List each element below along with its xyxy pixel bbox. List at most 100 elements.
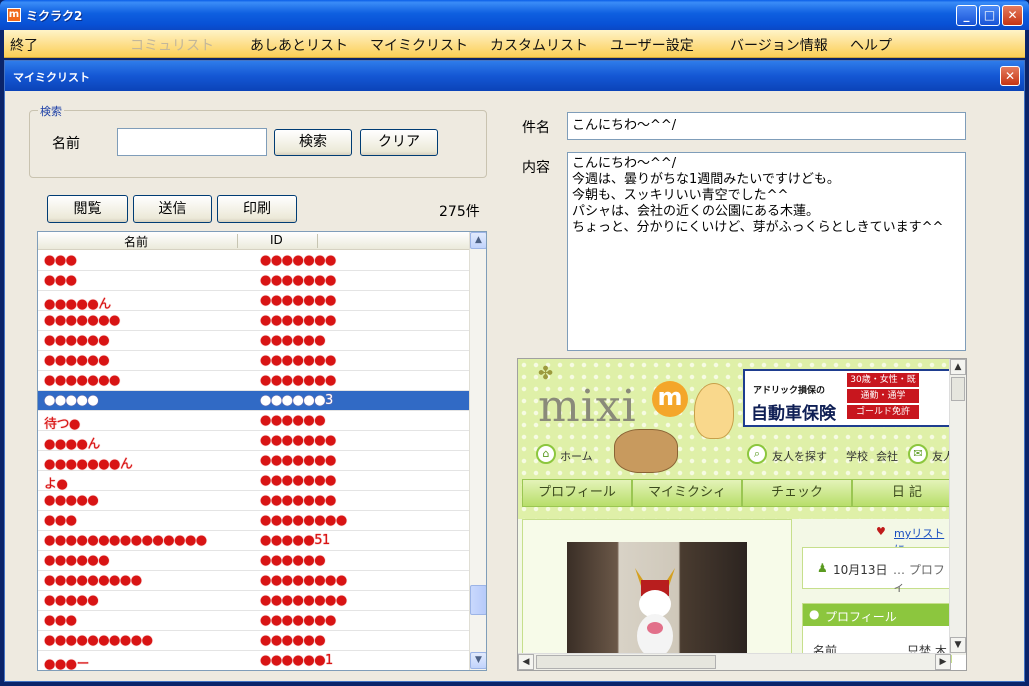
- scroll-right-icon[interactable]: ▶: [935, 654, 951, 670]
- ad-brand: アドリック損保の: [753, 386, 826, 396]
- table-row[interactable]: ●●● ●●●●●●●: [38, 611, 469, 631]
- table-row[interactable]: ●●●●● ●●●●●●3: [38, 391, 469, 411]
- row-id: ●●●●●●●: [260, 613, 336, 628]
- row-name: ●●●●●●: [44, 333, 110, 348]
- update-more[interactable]: … プロフィ: [893, 561, 951, 595]
- list-header: 名前 ID: [38, 232, 469, 250]
- table-row[interactable]: ●●●●●●●●●●●●●: [38, 591, 469, 611]
- menu-custom-list[interactable]: カスタムリスト: [490, 35, 588, 55]
- scroll-thumb[interactable]: [951, 377, 965, 401]
- scroll-up-icon[interactable]: ▲: [470, 232, 486, 249]
- menu-mymixi-list[interactable]: マイミクリスト: [370, 35, 468, 55]
- profile-photo-frame: [522, 519, 792, 656]
- app-icon[interactable]: m: [7, 8, 21, 22]
- nav-company[interactable]: 会社: [876, 448, 898, 464]
- row-id: ●●●●●●●: [260, 293, 336, 308]
- body-field[interactable]: こんにちわ〜^^/ 今週は、曇りがちな1週間みたいですけども。 今朝も、スッキリ…: [567, 152, 966, 351]
- list-scrollbar[interactable]: ▲ ▼: [469, 232, 486, 670]
- tab-mymixi[interactable]: マイミクシィ: [632, 479, 742, 507]
- tab-check[interactable]: チェック: [742, 479, 852, 507]
- print-button[interactable]: 印刷: [217, 195, 297, 223]
- table-row[interactable]: ●●●ー ●●●●●●1: [38, 651, 469, 671]
- web-horizontal-scrollbar[interactable]: ◀ ▶: [518, 653, 951, 670]
- table-row[interactable]: ●●●●●●●ん ●●●●●●●: [38, 451, 469, 472]
- column-divider[interactable]: [237, 234, 238, 248]
- row-name: ●●●●●●●: [44, 373, 120, 388]
- mascot-photo-icon: [635, 568, 675, 656]
- table-row[interactable]: ●●●●●●●●●●●●: [38, 551, 469, 571]
- row-id: ●●●●●●●: [260, 433, 336, 448]
- menu-help[interactable]: ヘルプ: [850, 35, 892, 55]
- tab-diary[interactable]: 日 記: [852, 479, 962, 507]
- row-name: ●●●: [44, 613, 77, 628]
- table-row[interactable]: ●●●●●●● ●●●●●●●: [38, 311, 469, 331]
- send-button[interactable]: 送信: [133, 195, 212, 223]
- table-row[interactable]: ●●● ●●●●●●●●: [38, 511, 469, 531]
- menu-bar: 終了 コミュリスト あしあとリスト マイミクリスト カスタムリスト ユーザー設定…: [4, 30, 1025, 58]
- mail-icon[interactable]: ✉: [908, 444, 928, 464]
- nav-home[interactable]: ホーム: [560, 448, 593, 464]
- web-vertical-scrollbar[interactable]: ▲ ▼: [949, 359, 966, 655]
- name-search-input[interactable]: [117, 128, 267, 156]
- row-name: ●●●●●: [44, 493, 99, 508]
- table-row[interactable]: ●●●●●●●●●●●●●: [38, 351, 469, 371]
- home-icon[interactable]: ⌂: [536, 444, 556, 464]
- column-name[interactable]: 名前: [124, 233, 148, 250]
- table-row[interactable]: ●●●●●●●●●● ●●●●●●: [38, 631, 469, 651]
- clear-button[interactable]: クリア: [360, 129, 438, 156]
- row-name: ●●●●●●●: [44, 313, 120, 328]
- search-button[interactable]: 検索: [274, 129, 352, 156]
- nav-school[interactable]: 学校: [846, 448, 868, 464]
- friend-list[interactable]: 名前 ID ●●● ●●●●●●● ●●● ●●●●●●● ●●●●●ん ●●●●●●● ●…: [37, 231, 487, 671]
- menu-version-info[interactable]: バージョン情報: [730, 35, 828, 55]
- update-date: 10月13日: [833, 563, 888, 577]
- table-row[interactable]: 待つ● ●●●●●●: [38, 411, 469, 432]
- minimize-button[interactable]: _: [956, 5, 977, 26]
- search-group: 検索 名前 検索 クリア: [29, 103, 487, 178]
- view-button[interactable]: 閲覧: [47, 195, 128, 223]
- mixi-logo-badge: m: [652, 381, 688, 417]
- table-row[interactable]: ●●●●ん ●●●●●●●: [38, 431, 469, 452]
- scroll-thumb[interactable]: [536, 655, 716, 669]
- profile-photo[interactable]: [567, 542, 747, 656]
- maximize-button[interactable]: □: [979, 5, 1000, 26]
- scroll-down-icon[interactable]: ▼: [470, 652, 486, 669]
- table-row[interactable]: ●●●●●●●●●●●●●●● ●●●●●51: [38, 531, 469, 551]
- search-friends-icon[interactable]: ⌕: [747, 444, 767, 464]
- ad-tag: ゴールド免許: [847, 405, 919, 419]
- insurance-ad-banner[interactable]: アドリック損保の 自動車保険 30歳・女性・既婚 通勤・通学 ゴールド免許: [743, 369, 951, 427]
- menu-user-settings[interactable]: ユーザー設定: [610, 35, 694, 55]
- menu-community-list[interactable]: コミュリスト: [130, 35, 214, 55]
- scroll-up-icon[interactable]: ▲: [950, 359, 966, 375]
- nav-find-friends[interactable]: 友人を探す: [772, 448, 827, 464]
- row-id: ●●●●●●1: [260, 653, 333, 668]
- list-rows: ●●● ●●●●●●● ●●● ●●●●●●● ●●●●●ん ●●●●●●● ●●●●●●●…: [38, 251, 469, 671]
- child-close-button[interactable]: ✕: [1000, 66, 1020, 86]
- table-row[interactable]: ●●●●●●● ●●●●●●●: [38, 371, 469, 391]
- table-row[interactable]: ●●●●●ん ●●●●●●●: [38, 291, 469, 312]
- tab-profile[interactable]: プロフィール: [522, 479, 632, 507]
- row-id: ●●●●●●●: [260, 273, 336, 288]
- scroll-thumb[interactable]: [470, 585, 486, 615]
- table-row[interactable]: ●●● ●●●●●●●: [38, 251, 469, 271]
- table-row[interactable]: ●●●●●●●●● ●●●●●●●●: [38, 571, 469, 591]
- subject-field[interactable]: こんにちわ〜^^/: [567, 112, 966, 140]
- column-id[interactable]: ID: [270, 233, 283, 247]
- row-name: ●●●: [44, 273, 77, 288]
- body-label: 内容: [522, 160, 550, 176]
- table-row[interactable]: よ● ●●●●●●●: [38, 471, 469, 492]
- mixi-logo[interactable]: mixi: [538, 381, 637, 432]
- table-row[interactable]: ●●●●●●●●●●●●: [38, 491, 469, 511]
- mascot-girl-icon: [694, 383, 734, 439]
- close-button[interactable]: ✕: [1002, 5, 1023, 26]
- scroll-left-icon[interactable]: ◀: [518, 654, 534, 670]
- scroll-down-icon[interactable]: ▼: [950, 637, 966, 653]
- table-row[interactable]: ●●● ●●●●●●●: [38, 271, 469, 291]
- row-name: ●●●ー: [44, 657, 90, 671]
- menu-exit[interactable]: 終了: [10, 35, 38, 55]
- menu-footprint-list[interactable]: あしあとリスト: [250, 35, 348, 55]
- mixi-web-view[interactable]: ✤ mixi m アドリック損保の 自動車保険 30歳・女性・既婚 通勤・通学 …: [517, 358, 967, 671]
- column-divider[interactable]: [317, 234, 318, 248]
- table-row[interactable]: ●●●●●●●●●●●●: [38, 331, 469, 351]
- item-count: 275件: [439, 204, 480, 220]
